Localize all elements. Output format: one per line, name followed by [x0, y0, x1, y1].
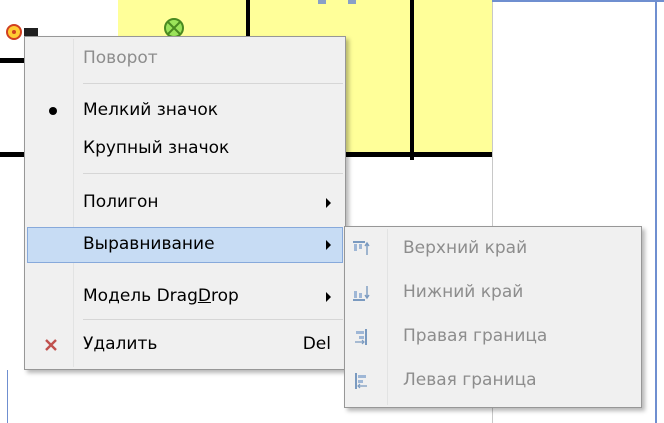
small-mark-2 — [348, 0, 356, 4]
selected-object-icon[interactable] — [4, 22, 26, 44]
submenu-arrow-icon — [326, 292, 331, 302]
submenu-arrow-icon — [326, 198, 331, 208]
submenu-item-label: Верхний край — [403, 238, 528, 258]
menu-item-label: Поворот — [83, 48, 158, 68]
frame-line-top — [492, 0, 664, 2]
menu-item-large-icon[interactable]: Крупный значок — [27, 131, 343, 167]
submenu-item-align-right: Правая граница — [347, 319, 639, 355]
room-area-right[interactable] — [414, 0, 492, 152]
submenu-item-label: Правая граница — [403, 326, 548, 346]
delete-x-icon — [33, 327, 69, 363]
bullet-icon — [35, 93, 71, 129]
menu-separator — [83, 173, 343, 174]
menu-item-delete[interactable]: Удалить Del — [27, 327, 343, 363]
submenu-item-align-left: Левая граница — [347, 363, 639, 399]
context-menu: Поворот Мелкий значок Крупный значок Пол… — [24, 36, 346, 370]
menu-item-polygon[interactable]: Полигон — [27, 185, 343, 221]
menu-item-label: Модель DragDrop — [83, 286, 239, 306]
align-bottom-icon — [353, 286, 370, 301]
menu-item-align[interactable]: Выравнивание — [27, 227, 343, 263]
menu-item-label: Удалить — [83, 334, 158, 354]
submenu-item-align-bottom: Нижний край — [347, 275, 639, 311]
frame-line-left — [7, 370, 8, 423]
menu-item-dragdrop-model[interactable]: Модель DragDrop — [27, 279, 343, 315]
menu-item-rotate: Поворот — [27, 41, 343, 77]
menu-item-label: Выравнивание — [83, 234, 215, 254]
menu-item-label: Мелкий значок — [83, 100, 219, 120]
align-right-icon — [355, 329, 367, 345]
submenu-arrow-icon — [326, 240, 331, 250]
submenu-item-align-top: Верхний край — [347, 231, 639, 267]
menu-item-label: Крупный значок — [83, 138, 230, 158]
menu-item-label: Полигон — [83, 192, 159, 212]
menu-item-small-icon[interactable]: Мелкий значок — [27, 93, 343, 129]
submenu-item-label: Нижний край — [403, 282, 524, 302]
shortcut-label: Del — [302, 334, 331, 354]
small-mark-1 — [318, 0, 326, 4]
wall-vertical-2 — [410, 0, 414, 160]
align-top-icon — [353, 241, 370, 255]
align-submenu: Верхний край Нижний край Правая граница … — [344, 226, 642, 408]
frame-line-right — [655, 0, 657, 423]
menu-separator — [83, 83, 343, 84]
align-left-icon — [355, 373, 367, 389]
submenu-item-label: Левая граница — [403, 370, 537, 390]
menu-separator — [83, 319, 343, 320]
